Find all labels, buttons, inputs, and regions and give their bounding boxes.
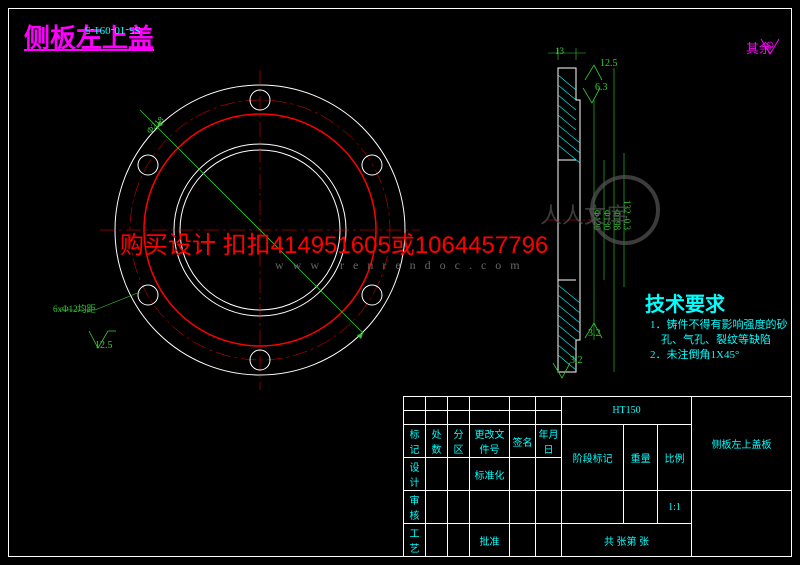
dim-13: 13: [555, 46, 564, 56]
roughness-val-3: 3.2: [570, 355, 583, 366]
surface-finish-symbol: [758, 36, 786, 58]
roughness-val-4: 3.2: [588, 328, 601, 339]
part-name-cell: 侧板左上盖板: [692, 397, 792, 491]
roughness-val-1: 12.5: [95, 340, 113, 351]
bolt-circle-label: 6xΦ12均距: [53, 302, 96, 315]
watermark-logo-text: 人人文库: [540, 198, 628, 230]
tech-req-title: 技术要求: [645, 288, 725, 317]
watermark-url: w w w . r e n r e n d o c . c o m: [275, 258, 523, 273]
title-block: HT150 侧板左上盖板 标记处数分区更改文件号签名年月日 阶段标记 重量 比例…: [403, 396, 792, 557]
tech-req-body: 1．铸件不得有影响强度的砂 孔、气孔、裂纹等缺陷 2．未注倒角1X45°: [650, 318, 788, 363]
watermark-text: 购买设计 扣扣414951605或1064457796: [120, 225, 548, 260]
roughness-val-2: 12.5: [600, 58, 618, 69]
material-cell: HT150: [562, 397, 692, 425]
